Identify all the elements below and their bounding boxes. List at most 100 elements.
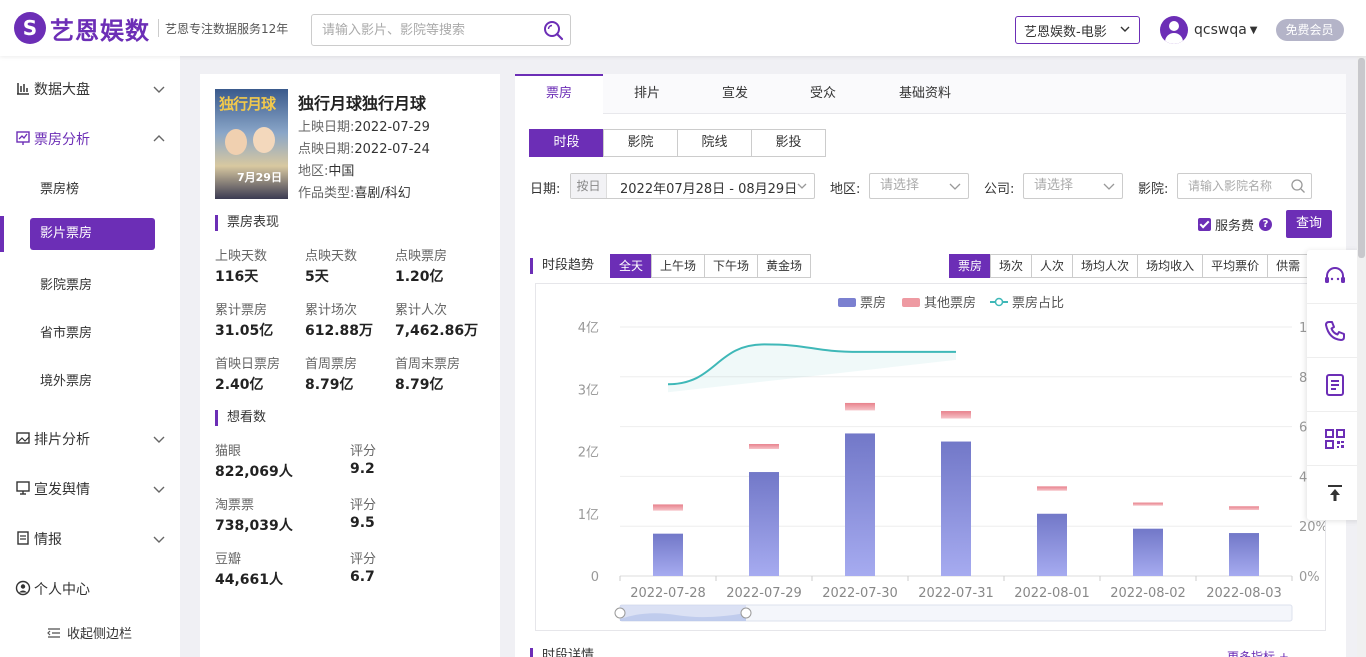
bar-series bbox=[653, 402, 1259, 576]
help-icon[interactable]: ? bbox=[1259, 218, 1273, 231]
pill-avg-price[interactable]: 平均票价 bbox=[1202, 254, 1269, 278]
trend-chart-svg: 票房其他票房票房占比 01亿2亿3亿4亿 0%20%40%60%80%100% … bbox=[578, 295, 1325, 622]
query-button[interactable]: 查询 bbox=[1286, 210, 1332, 238]
segment-cinema[interactable]: 影院 bbox=[603, 129, 678, 157]
tab-schedule[interactable]: 排片 bbox=[603, 74, 691, 114]
service-fee-toggle[interactable]: 服务费 ? bbox=[1198, 215, 1273, 234]
poster-figure bbox=[253, 127, 275, 153]
feedback-button[interactable] bbox=[1307, 358, 1362, 412]
pill-screenings[interactable]: 场次 bbox=[990, 254, 1033, 278]
sidebar-sub-overseas[interactable]: 境外票房 bbox=[40, 370, 92, 389]
movie-poster[interactable]: 独行月球 7月29日 bbox=[215, 89, 288, 199]
page-scrollbar[interactable] bbox=[1357, 56, 1366, 657]
y-axis-left: 0 1亿 2亿 3亿 4亿 bbox=[578, 321, 599, 585]
sidebar-item-promotion[interactable]: 宣发舆情 bbox=[0, 468, 180, 508]
tab-audience[interactable]: 受众 bbox=[779, 74, 867, 114]
customer-service-button[interactable] bbox=[1307, 250, 1362, 304]
bar-other-boxoffice[interactable] bbox=[1037, 486, 1067, 491]
sidebar-sub-ranking[interactable]: 票房榜 bbox=[40, 178, 79, 197]
bar-boxoffice[interactable] bbox=[1229, 533, 1259, 576]
datazoom-slider[interactable] bbox=[614, 604, 1293, 622]
bar-chart-icon bbox=[17, 83, 29, 95]
service-fee-checkbox[interactable] bbox=[1198, 218, 1211, 231]
tab-promotion[interactable]: 宣发 bbox=[691, 74, 779, 114]
vip-badge[interactable]: 免费会员 bbox=[1275, 19, 1344, 41]
sidebar-sub-province[interactable]: 省市票房 bbox=[40, 322, 92, 341]
segment-investor[interactable]: 影投 bbox=[751, 129, 826, 157]
phone-button[interactable] bbox=[1307, 304, 1362, 358]
x-tick-label: 2022-08-01 bbox=[1014, 586, 1090, 601]
bar-other-boxoffice[interactable] bbox=[1229, 506, 1259, 511]
logo-text: 艺恩娱数 bbox=[50, 16, 150, 45]
bar-other-boxoffice[interactable] bbox=[653, 504, 683, 511]
sidebar-item-profile[interactable]: 个人中心 bbox=[0, 568, 180, 608]
x-tick-label: 2022-07-30 bbox=[822, 586, 898, 601]
back-to-top-button[interactable] bbox=[1307, 466, 1362, 520]
search-icon[interactable] bbox=[1290, 178, 1306, 194]
bar-boxoffice[interactable] bbox=[749, 472, 779, 576]
trend-chart: 票房其他票房票房占比 01亿2亿3亿4亿 0%20%40%60%80%100% … bbox=[535, 283, 1326, 631]
sidebar-sub-cinema[interactable]: 影院票房 bbox=[40, 274, 92, 293]
collapse-sidebar-button[interactable]: 收起侧边栏 bbox=[47, 623, 132, 642]
sidebar-item-intel[interactable]: 情报 bbox=[0, 518, 180, 558]
x-tick-label: 2022-07-31 bbox=[918, 586, 994, 601]
segment-timeslot[interactable]: 时段 bbox=[529, 129, 604, 157]
release-date-row: 上映日期:2022-07-29 bbox=[298, 116, 430, 135]
search-input[interactable] bbox=[312, 15, 532, 45]
qrcode-button[interactable] bbox=[1307, 412, 1362, 466]
bar-boxoffice[interactable] bbox=[1037, 513, 1067, 576]
stat-label: 点映天数 bbox=[305, 249, 358, 264]
tab-boxoffice[interactable]: 票房 bbox=[515, 74, 603, 114]
more-metrics-link[interactable]: 更多指标 + bbox=[1227, 648, 1289, 657]
legend-label-other[interactable]: 其他票房 bbox=[924, 295, 976, 311]
bar-boxoffice[interactable] bbox=[653, 533, 683, 576]
x-tick-label: 2022-07-28 bbox=[630, 586, 706, 601]
detail-section-title: 时段详情 bbox=[530, 648, 594, 657]
platform-name: 猫眼 bbox=[215, 444, 242, 459]
pill-admissions[interactable]: 人次 bbox=[1031, 254, 1074, 278]
pill-all-day[interactable]: 全天 bbox=[610, 254, 653, 278]
qrcode-icon bbox=[1324, 428, 1345, 449]
bar-boxoffice[interactable] bbox=[941, 441, 971, 576]
y-left-tick-label: 0 bbox=[591, 570, 599, 585]
pill-avg-revenue[interactable]: 场均收入 bbox=[1137, 254, 1204, 278]
bar-other-boxoffice[interactable] bbox=[749, 444, 779, 450]
sidebar-sub-film-boxoffice[interactable]: 影片票房 bbox=[30, 218, 155, 250]
product-select[interactable]: 艺恩娱数-电影 bbox=[1015, 16, 1140, 44]
pill-boxoffice[interactable]: 票房 bbox=[949, 254, 992, 278]
pill-avg-admissions[interactable]: 场均人次 bbox=[1072, 254, 1139, 278]
bar-other-boxoffice[interactable] bbox=[1133, 502, 1163, 506]
legend-label-ratio[interactable]: 票房占比 bbox=[1012, 295, 1064, 311]
region-select[interactable]: 请选择 bbox=[869, 173, 969, 199]
x-axis: 2022-07-28 2022-07-29 2022-07-30 2022-07-31… bbox=[619, 576, 1293, 601]
sidebar-item-boxoffice[interactable]: 票房分析 bbox=[0, 118, 180, 158]
scrollbar-thumb[interactable] bbox=[1358, 58, 1365, 258]
pill-supply-demand[interactable]: 供需 bbox=[1267, 254, 1310, 278]
logo[interactable]: S 艺恩娱数 艺恩专注数据服务12年 bbox=[14, 11, 288, 45]
bar-boxoffice[interactable] bbox=[1133, 528, 1163, 576]
bar-other-boxoffice[interactable] bbox=[845, 402, 875, 411]
chart-legend[interactable]: 票房 其他票房 票房占比 bbox=[838, 295, 1064, 311]
chevron-up-icon bbox=[153, 135, 165, 142]
pill-morning[interactable]: 上午场 bbox=[651, 254, 706, 278]
sidebar-item-schedule[interactable]: 排片分析 bbox=[0, 418, 180, 458]
datazoom-handle-left[interactable] bbox=[614, 607, 626, 619]
user-menu[interactable]: qcswqa ▼ 免费会员 bbox=[1160, 15, 1344, 45]
segment-chain[interactable]: 院线 bbox=[677, 129, 752, 157]
pill-afternoon[interactable]: 下午场 bbox=[704, 254, 759, 278]
y-left-tick-label: 2亿 bbox=[578, 446, 599, 461]
bar-boxoffice[interactable] bbox=[845, 433, 875, 576]
legend-label-boxoffice[interactable]: 票房 bbox=[860, 295, 886, 311]
tab-basic-info[interactable]: 基础资料 bbox=[867, 74, 983, 114]
platform-name: 豆瓣 bbox=[215, 552, 242, 567]
date-range-picker[interactable]: 按日 2022年07月28日 - 08月29日 bbox=[570, 173, 815, 199]
company-select[interactable]: 请选择 bbox=[1023, 173, 1123, 199]
stat-label: 点映票房 bbox=[395, 249, 448, 264]
cinema-input[interactable] bbox=[1178, 174, 1286, 198]
datazoom-handle-right[interactable] bbox=[740, 607, 752, 619]
pill-prime-time[interactable]: 黄金场 bbox=[757, 254, 812, 278]
date-mode[interactable]: 按日 bbox=[571, 174, 607, 198]
sidebar-item-dashboard[interactable]: 数据大盘 bbox=[0, 68, 180, 108]
bar-other-boxoffice[interactable] bbox=[941, 411, 971, 419]
search-icon[interactable] bbox=[542, 19, 564, 41]
